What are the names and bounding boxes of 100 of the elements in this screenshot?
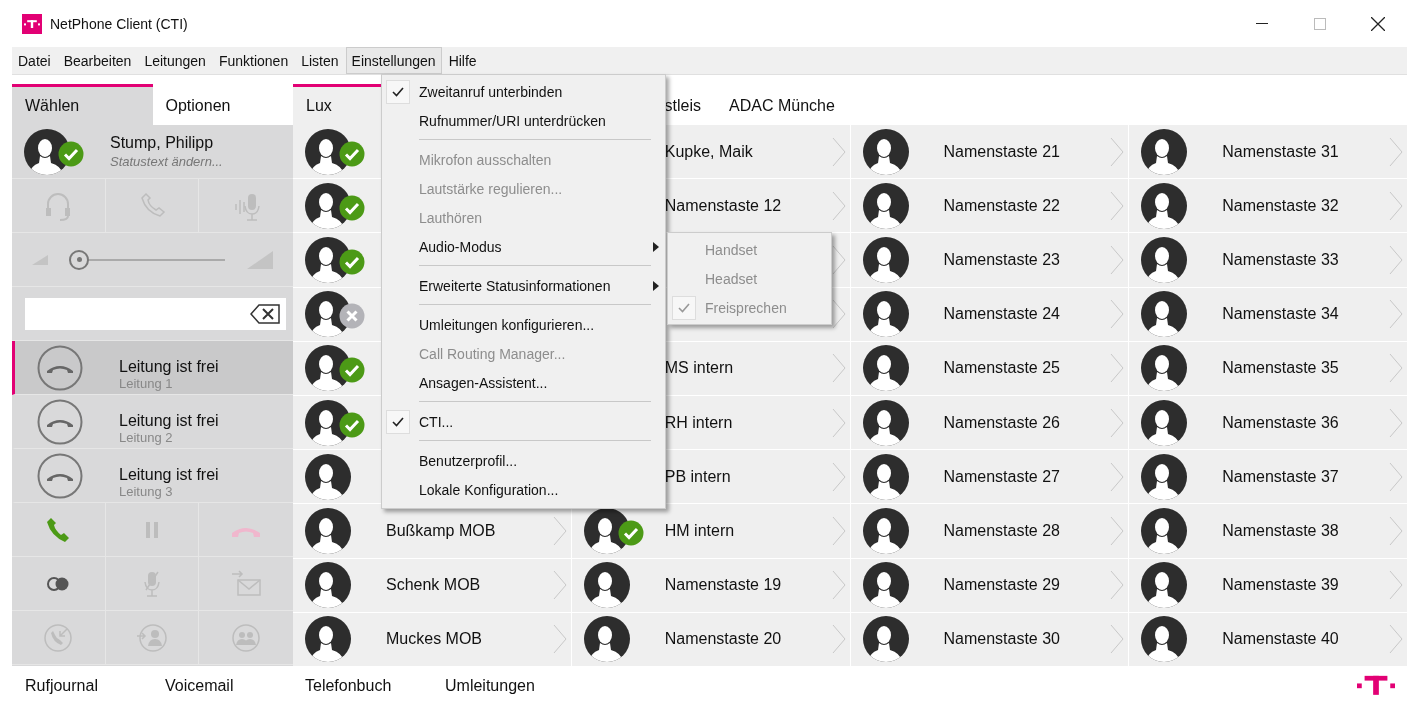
menu-item[interactable]: Datei <box>12 47 57 74</box>
name-key[interactable]: Namenstaste 34 <box>1129 287 1407 341</box>
avatar-icon <box>1141 453 1188 500</box>
name-key[interactable]: Namenstaste 20 <box>571 612 850 666</box>
chevron-icon <box>1110 353 1125 384</box>
name-key[interactable]: Namenstaste 29 <box>850 558 1129 612</box>
avatar-icon <box>583 562 630 609</box>
name-key[interactable]: Namenstaste 38 <box>1129 504 1407 558</box>
chevron-icon <box>1389 136 1403 167</box>
menu-item[interactable]: Erweiterte Statusinformationen <box>382 271 665 300</box>
backspace-icon <box>250 303 280 324</box>
name-key[interactable]: Namenstaste 26 <box>850 396 1129 450</box>
avatar-icon <box>305 562 351 609</box>
name-key[interactable]: Namenstaste 23 <box>850 233 1129 287</box>
chevron-icon <box>552 516 567 546</box>
key-name: Namenstaste 40 <box>1222 630 1340 649</box>
chevron-icon <box>1110 136 1125 167</box>
menu-item[interactable]: Umleitungen konfigurieren... <box>382 310 665 339</box>
menu-item[interactable]: Audio-Modus <box>382 232 665 261</box>
menu-item[interactable]: Hilfe <box>442 47 483 74</box>
chevron-icon <box>552 570 567 601</box>
key-name: Bußkamp MOB <box>386 522 497 540</box>
call-button[interactable] <box>12 503 106 557</box>
key-name: Namenstaste 26 <box>943 413 1061 432</box>
line-item[interactable]: Leitung ist frei Leitung 2 <box>12 395 293 449</box>
chevron-icon <box>1110 570 1125 601</box>
key-name: Namenstaste 33 <box>1222 251 1340 269</box>
avatar-icon <box>862 345 909 392</box>
avatar-icon <box>1141 345 1188 392</box>
avatar-icon <box>862 291 909 338</box>
transfer-icon <box>136 621 168 654</box>
avatar-icon <box>862 399 909 446</box>
hold-icon <box>146 521 158 538</box>
name-key[interactable]: Namenstaste 22 <box>850 179 1129 233</box>
menu-item[interactable]: Einstellungen <box>345 47 442 74</box>
key-name: Schenk MOB <box>386 576 482 595</box>
line-label: Leitung 1 <box>119 376 174 391</box>
window-title: NetPhone Client (CTI) <box>50 15 189 32</box>
toggle-icon <box>47 576 70 591</box>
check-icon <box>392 416 404 427</box>
chevron-icon <box>1389 299 1403 330</box>
tab[interactable]: Umleitungen <box>432 677 572 695</box>
chevron-icon <box>1110 407 1125 438</box>
key-name: MS intern <box>664 359 735 378</box>
name-key[interactable]: Namenstaste 21 <box>850 125 1129 179</box>
tab[interactable]: Telefonbuch <box>292 677 432 695</box>
avatar-icon <box>862 182 909 229</box>
key-name: HM intern <box>664 522 736 540</box>
name-key[interactable]: Namenstaste 35 <box>1129 341 1407 395</box>
user-name: Stump, Philipp <box>110 134 215 152</box>
call-icon <box>47 517 70 542</box>
name-key[interactable]: Namenstaste 36 <box>1129 396 1407 450</box>
name-key[interactable]: Namenstaste 39 <box>1129 558 1407 612</box>
name-key[interactable]: Namenstaste 33 <box>1129 233 1407 287</box>
name-key[interactable]: Namenstaste 28 <box>850 504 1129 558</box>
chevron-icon <box>1389 570 1403 601</box>
name-key[interactable]: Namenstaste 30 <box>850 612 1129 666</box>
tab[interactable]: Voicemail <box>152 677 292 695</box>
name-key[interactable]: HM intern <box>571 504 850 558</box>
tab[interactable]: Wählen <box>12 84 153 125</box>
menu-item[interactable]: Leitungen <box>138 47 212 74</box>
toggle-button[interactable] <box>12 557 106 611</box>
menu-item[interactable]: Listen <box>295 47 345 74</box>
line-label: Leitung 2 <box>119 430 174 445</box>
name-key[interactable]: Namenstaste 27 <box>850 450 1129 504</box>
line-item[interactable]: Leitung ist frei Leitung 1 <box>12 341 293 395</box>
check-icon <box>392 86 404 97</box>
name-key[interactable]: Muckes MOB <box>293 612 571 666</box>
key-name: Namenstaste 37 <box>1222 467 1340 486</box>
name-key[interactable]: Namenstaste 24 <box>850 287 1129 341</box>
menu-item[interactable]: Funktionen <box>212 47 295 74</box>
name-key[interactable]: Namenstaste 31 <box>1129 125 1407 179</box>
tab[interactable]: Rufjournal <box>12 677 152 695</box>
avatar-icon <box>1141 399 1188 446</box>
name-key[interactable]: Namenstaste 32 <box>1129 179 1407 233</box>
tab[interactable]: ADAC Münche <box>716 84 857 125</box>
dial-input-field[interactable] <box>25 297 286 330</box>
key-name: PB intern <box>664 467 732 486</box>
key-name: RH intern <box>664 413 734 432</box>
chevron-icon <box>1389 461 1403 492</box>
key-name: Namenstaste 38 <box>1222 522 1340 540</box>
avatar-icon <box>862 453 909 500</box>
key-name: Namenstaste 25 <box>943 359 1061 378</box>
handset-icon <box>37 398 83 445</box>
name-key[interactable]: Schenk MOB <box>293 558 571 612</box>
avatar-icon <box>305 508 351 554</box>
avatar-icon <box>1141 182 1188 229</box>
chevron-icon <box>831 624 846 655</box>
name-key[interactable]: Namenstaste 25 <box>850 341 1129 395</box>
name-key[interactable]: Namenstaste 37 <box>1129 450 1407 504</box>
name-key[interactable]: Namenstaste 40 <box>1129 612 1407 666</box>
menu-item[interactable]: Bearbeiten <box>57 47 138 74</box>
name-key[interactable]: Bußkamp MOB <box>293 504 571 558</box>
key-name: Namenstaste 24 <box>943 305 1061 324</box>
line-status: Leitung ist frei <box>119 466 219 484</box>
handset-icon <box>37 344 83 391</box>
name-key[interactable]: Namenstaste 19 <box>571 558 850 612</box>
avatar-icon <box>1141 616 1188 663</box>
chevron-icon <box>1389 624 1403 655</box>
key-name: Namenstaste 23 <box>943 251 1061 269</box>
